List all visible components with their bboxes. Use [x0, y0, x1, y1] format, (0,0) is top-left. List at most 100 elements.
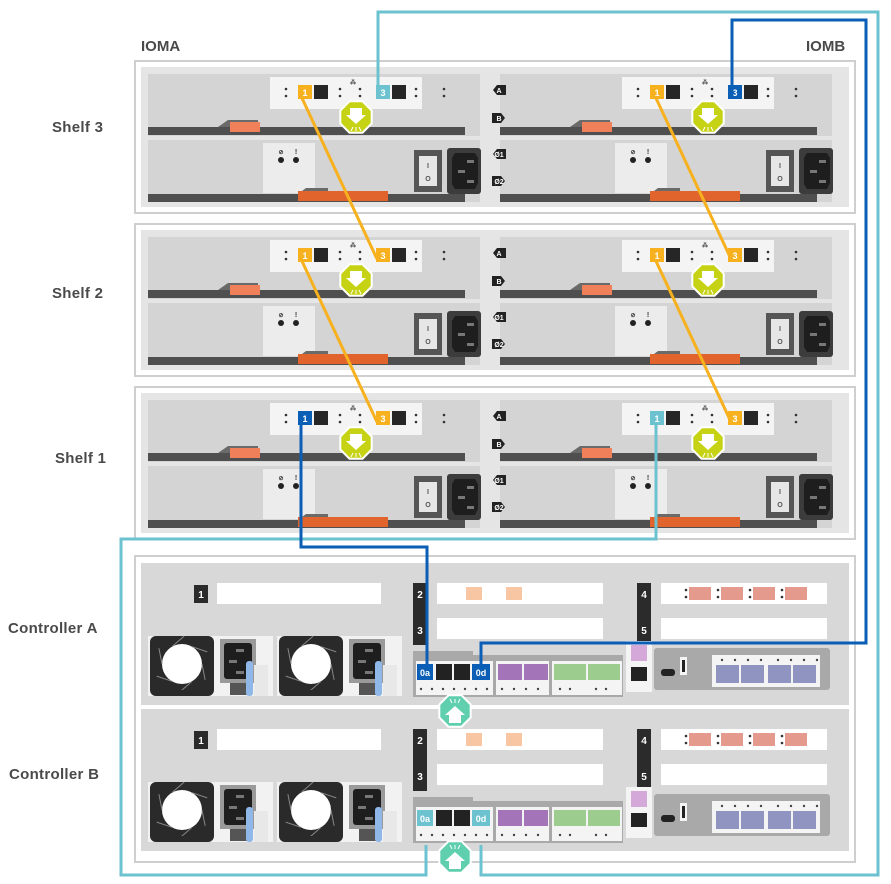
green-port[interactable] [588, 810, 620, 826]
inlet-pin [358, 806, 366, 809]
hic-port[interactable] [793, 665, 816, 683]
slot-4-port[interactable] [785, 587, 807, 600]
power-switch[interactable]: IO [766, 313, 794, 355]
slot-4-port[interactable] [753, 587, 775, 600]
port-0b[interactable] [436, 810, 452, 826]
status-led [442, 250, 446, 254]
psu-handle[interactable] [650, 354, 740, 364]
slot-4-port[interactable] [753, 733, 775, 746]
power-switch[interactable]: IO [414, 313, 442, 355]
slot-4-port[interactable] [721, 733, 743, 746]
power-led [278, 157, 284, 163]
purple-port[interactable] [498, 810, 522, 826]
port-led [780, 734, 784, 738]
green-port[interactable] [554, 664, 586, 680]
purple-port[interactable] [524, 664, 548, 680]
inlet-pin [819, 323, 826, 326]
iom-handle[interactable] [582, 448, 612, 458]
power-switch[interactable]: IO [414, 476, 442, 518]
power-switch[interactable]: IO [766, 476, 794, 518]
psu-handle[interactable] [650, 517, 740, 527]
port-0a[interactable]: 0a [417, 664, 433, 680]
purple-port[interactable] [498, 664, 522, 680]
psu-handle[interactable] [298, 354, 388, 364]
iom-module-b: 1 3⁂ [500, 74, 832, 136]
ethernet-port[interactable] [631, 667, 647, 681]
fan-icon [150, 781, 214, 842]
status-led [690, 250, 694, 254]
badge-text: Ø1 [494, 315, 503, 322]
psu-handle[interactable] [650, 191, 740, 201]
purple-port[interactable] [524, 810, 548, 826]
fault-led-icon: ! [295, 312, 297, 319]
hic-port[interactable] [768, 665, 791, 683]
iom-rail [500, 290, 817, 298]
psu-handle[interactable] [375, 661, 382, 696]
psu-handle[interactable] [246, 807, 253, 842]
slot-4-port[interactable] [785, 733, 807, 746]
ethernet-port[interactable] [631, 813, 647, 827]
iom-handle[interactable] [230, 122, 260, 132]
hic-port[interactable] [768, 811, 791, 829]
psu-handle[interactable] [246, 661, 253, 696]
fan-hub [291, 790, 331, 830]
console-port[interactable] [631, 645, 647, 661]
status-led [358, 94, 362, 98]
hic-port[interactable] [716, 665, 739, 683]
slot-2-port[interactable] [466, 733, 482, 746]
iom-module-b: 1 3⁂ [500, 400, 832, 462]
port-0d[interactable]: 0d [472, 810, 490, 826]
inlet-pin [819, 486, 826, 489]
inlet-pin [236, 817, 244, 820]
green-port[interactable] [554, 810, 586, 826]
psu-handle[interactable] [375, 807, 382, 842]
status-led [442, 94, 446, 98]
port-0a[interactable]: 0a [417, 810, 433, 826]
iom-handle[interactable] [582, 285, 612, 295]
port-0b[interactable] [436, 664, 452, 680]
iom-module-a: 1 3 ⁂ [148, 400, 480, 462]
slot-4-port[interactable] [689, 587, 711, 600]
attention-indicator-icon [691, 100, 725, 134]
iom-handle[interactable] [230, 285, 260, 295]
power-switch[interactable]: IO [766, 150, 794, 192]
usb-port[interactable] [661, 669, 675, 676]
port-led [748, 595, 752, 599]
hic-port[interactable] [716, 811, 739, 829]
power-switch[interactable]: IO [414, 150, 442, 192]
slot-4-port[interactable] [721, 587, 743, 600]
slot-2-port[interactable] [466, 587, 482, 600]
port-led [759, 804, 763, 808]
slot-5-blank [661, 764, 827, 785]
slot-4-port[interactable] [689, 733, 711, 746]
port-0c[interactable] [454, 810, 470, 826]
console-port[interactable] [631, 791, 647, 807]
psu-handle[interactable] [298, 191, 388, 201]
port-led [536, 687, 540, 691]
usb-a-port[interactable] [682, 660, 685, 672]
psu-handle[interactable] [298, 517, 388, 527]
usb-port[interactable] [661, 815, 675, 822]
port-1-connector [314, 411, 328, 425]
psu-module-a: ⊘ ! IO [148, 466, 481, 528]
port-1-connector [666, 85, 680, 99]
port-0c[interactable] [454, 664, 470, 680]
fault-led [645, 483, 651, 489]
slot-2-port[interactable] [506, 587, 522, 600]
port-0d-label: 0d [476, 668, 487, 678]
green-port[interactable] [588, 664, 620, 680]
switch-on-mark: I [427, 326, 429, 333]
status-led [284, 250, 288, 254]
status-led [414, 413, 418, 417]
controller-a-attention-icon [438, 694, 472, 728]
usb-a-port[interactable] [682, 806, 685, 818]
status-led [358, 250, 362, 254]
fault-led-icon: ! [295, 149, 297, 156]
hic-port[interactable] [741, 811, 764, 829]
hic-port[interactable] [793, 811, 816, 829]
iom-handle[interactable] [230, 448, 260, 458]
slot-2-port[interactable] [506, 733, 522, 746]
hic-port[interactable] [741, 665, 764, 683]
port-1-label: 1 [654, 414, 659, 424]
iom-handle[interactable] [582, 122, 612, 132]
